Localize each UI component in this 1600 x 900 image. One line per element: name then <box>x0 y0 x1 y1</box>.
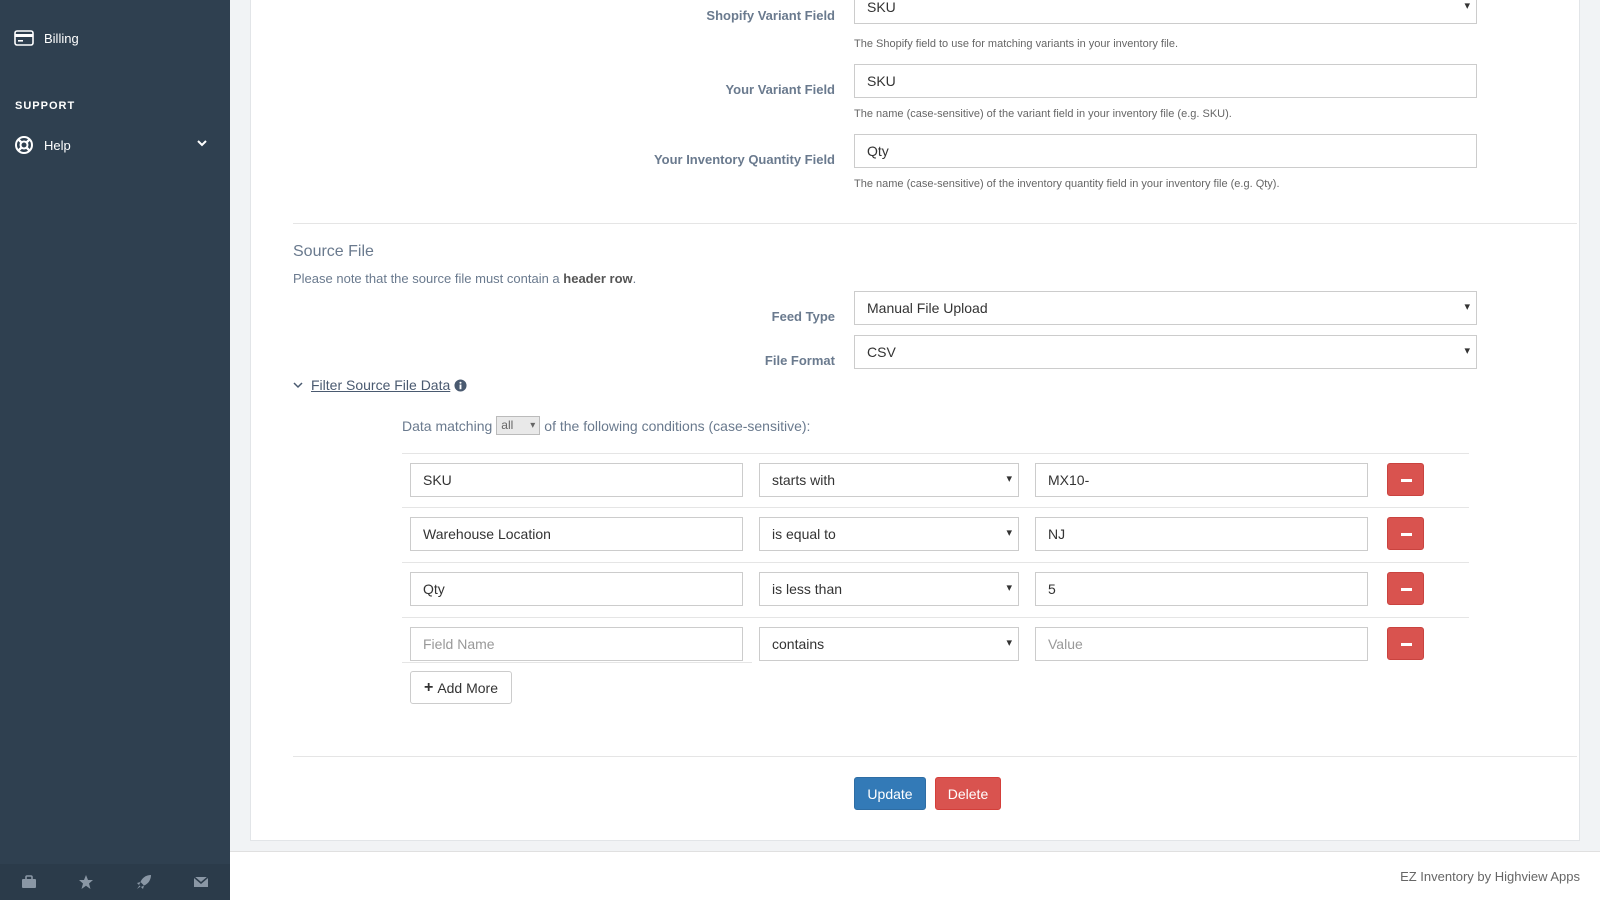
filter-toggle-label[interactable]: Filter Source File Data <box>311 377 450 393</box>
plus-icon: + <box>423 678 434 696</box>
your-variant-input[interactable]: SKU <box>854 64 1477 98</box>
main-content: Shopify Variant Field SKU The Shopify fi… <box>230 0 1600 900</box>
condition-field-input[interactable]: SKU <box>410 463 743 497</box>
remove-condition-button[interactable] <box>1387 572 1424 605</box>
settings-panel: Shopify Variant Field SKU The Shopify fi… <box>250 0 1580 841</box>
life-ring-icon <box>14 135 34 155</box>
divider <box>293 756 1577 757</box>
chevron-down-icon <box>293 377 303 393</box>
source-file-title: Source File <box>293 243 374 260</box>
shopify-variant-help: The Shopify field to use for matching va… <box>854 38 1179 50</box>
condition-field-input[interactable]: Field Name <box>410 627 743 661</box>
feed-type-label: Feed Type <box>771 309 835 324</box>
delete-button[interactable]: Delete <box>935 777 1001 810</box>
file-format-select[interactable]: CSV <box>854 335 1477 369</box>
match-suffix: of the following conditions (case-sensit… <box>544 417 811 434</box>
chevron-down-icon <box>196 137 208 152</box>
sidebar-item-help[interactable]: Help <box>14 135 214 155</box>
your-variant-label: Your Variant Field <box>725 82 835 97</box>
add-more-label: Add More <box>437 679 499 696</box>
sidebar-item-label: Help <box>44 137 71 153</box>
filter-toggle[interactable]: Filter Source File Data <box>293 377 467 393</box>
condition-row: Qty is less than 5 <box>402 562 1469 616</box>
condition-value-input[interactable]: MX10- <box>1035 463 1368 497</box>
remove-condition-button[interactable] <box>1387 627 1424 660</box>
condition-operator-select[interactable]: starts with <box>759 463 1019 497</box>
feed-type-select[interactable]: Manual File Upload <box>854 291 1477 325</box>
match-mode-select[interactable]: all <box>496 416 541 435</box>
support-heading: SUPPORT <box>15 100 76 112</box>
footer-text: EZ Inventory by Highview Apps <box>1400 869 1580 884</box>
match-prefix: Data matching <box>402 417 493 434</box>
your-variant-help: The name (case-sensitive) of the variant… <box>854 108 1232 120</box>
sidebar-item-label: Billing <box>44 30 79 46</box>
quantity-field-help: The name (case-sensitive) of the invento… <box>854 178 1280 190</box>
briefcase-icon[interactable] <box>20 873 38 891</box>
condition-value-input[interactable]: Value <box>1035 627 1368 661</box>
shopify-variant-select[interactable]: SKU <box>854 0 1477 24</box>
condition-field-input[interactable]: Warehouse Location <box>410 517 743 551</box>
rocket-icon[interactable] <box>135 873 153 891</box>
condition-operator-select[interactable]: is equal to <box>759 517 1019 551</box>
condition-row: Warehouse Location is equal to NJ <box>402 507 1469 561</box>
source-file-note: Please note that the source file must co… <box>293 271 637 286</box>
condition-operator-select[interactable]: contains <box>759 627 1019 661</box>
quantity-field-input[interactable]: Qty <box>854 134 1477 168</box>
update-button[interactable]: Update <box>854 777 926 810</box>
condition-row: SKU starts with MX10- <box>402 453 1469 507</box>
add-more-button[interactable]: + Add More <box>410 671 512 704</box>
envelope-icon[interactable] <box>192 873 210 891</box>
quantity-field-label: Your Inventory Quantity Field <box>653 152 835 167</box>
match-line: Data matching all of the following condi… <box>402 416 810 435</box>
remove-condition-button[interactable] <box>1387 517 1424 550</box>
star-icon[interactable] <box>77 873 95 891</box>
sidebar: Billing SUPPORT Help <box>0 0 230 900</box>
footer: EZ Inventory by Highview Apps <box>230 851 1600 900</box>
divider <box>293 223 1577 224</box>
credit-card-icon <box>14 28 34 48</box>
condition-value-input[interactable]: 5 <box>1035 572 1368 606</box>
sidebar-footer <box>0 864 230 900</box>
condition-operator-select[interactable]: is less than <box>759 572 1019 606</box>
file-format-label: File Format <box>764 353 835 368</box>
shopify-variant-label: Shopify Variant Field <box>706 8 835 23</box>
condition-value-input[interactable]: NJ <box>1035 517 1368 551</box>
condition-field-input[interactable]: Qty <box>410 572 743 606</box>
sidebar-item-billing[interactable]: Billing <box>14 28 214 48</box>
divider <box>402 662 752 663</box>
remove-condition-button[interactable] <box>1387 463 1424 496</box>
info-circle-icon[interactable] <box>454 378 467 392</box>
